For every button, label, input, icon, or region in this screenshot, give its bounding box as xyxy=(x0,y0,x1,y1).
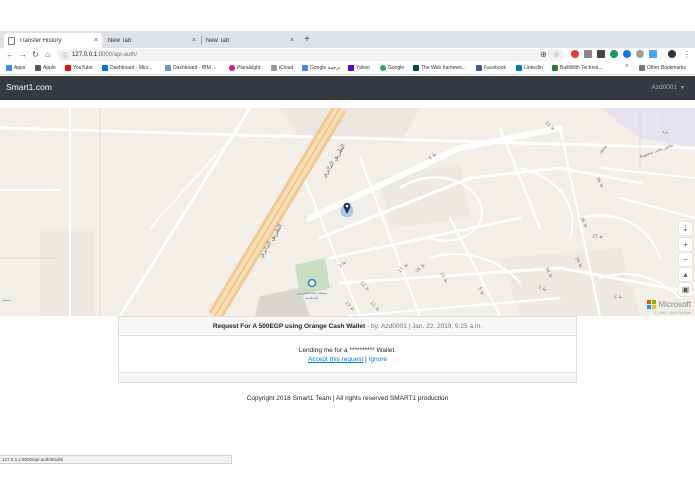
request-meta: - by: Azd0001 | Jan. 22, 2019, 5:25 a.m. xyxy=(365,323,483,330)
page-icon xyxy=(8,36,15,45)
apple-icon xyxy=(271,65,277,71)
compass-icon[interactable]: ⇣ xyxy=(679,222,692,235)
bookmark-apps[interactable]: Apps xyxy=(6,62,25,74)
folder-icon xyxy=(639,65,645,71)
profile-avatar-icon[interactable] xyxy=(668,50,676,58)
star-icon[interactable]: ☆ xyxy=(553,48,560,62)
azure-icon xyxy=(102,65,108,71)
bookmark-pluralsight[interactable]: Pluralsight xyxy=(229,62,260,74)
yahoo-icon xyxy=(348,65,354,71)
forward-arrow-icon[interactable]: → xyxy=(19,48,27,62)
linkedin-icon xyxy=(516,65,522,71)
apple-icon xyxy=(35,65,41,71)
info-icon[interactable]: ⓘ xyxy=(62,51,68,60)
builtwith-icon xyxy=(552,65,558,71)
card-header: Request For A 500EGP using Orange Cash W… xyxy=(119,317,576,336)
bookmark-google-translate[interactable]: Google ترجمة xyxy=(302,62,340,74)
map-copyright: © 1992 - 2018 TomTom xyxy=(654,311,691,315)
extension-icon[interactable] xyxy=(623,50,631,58)
facebook-icon xyxy=(476,65,482,71)
bookmark-yahoo[interactable]: Yahoo xyxy=(348,62,370,74)
page-footer-copyright: Copyright 2018 Smart1 Team | All rights … xyxy=(246,395,449,402)
bookmark-dashboard-microsoft[interactable]: Dashboard - Micr... xyxy=(102,62,152,74)
translate-icon xyxy=(302,65,308,71)
zoom-out-button[interactable]: − xyxy=(679,253,692,266)
bookmark-other[interactable]: Other Bookmarks xyxy=(639,62,686,74)
browser-tab-new-tab-2[interactable]: New Tab × xyxy=(202,33,298,48)
svg-text:برج: برج xyxy=(662,130,669,135)
svg-text:37 ط: 37 ط xyxy=(592,234,603,240)
bookmark-dashboard-ibm[interactable]: Dashboard - IBM ... xyxy=(165,62,216,74)
extension-icon[interactable] xyxy=(584,50,592,58)
site-navbar: Smart1.com Azd0001 ▼ xyxy=(0,76,695,100)
browser-toolbar: ← → ↻ ⌂ ⓘ 127.0.0.1 :8000/api-auth/ ⊕ ☆ … xyxy=(0,48,695,62)
browser-tab-transfer-history[interactable]: Transfer History × xyxy=(4,33,102,48)
user-dropdown[interactable]: Azd0001 ▼ xyxy=(651,84,685,91)
browser-status-bar: 127.0.0.1:8000/api-auth/8/edit/ xyxy=(0,455,232,464)
svg-text:2 ط: 2 ط xyxy=(614,294,622,300)
map-canvas: الطريق الدائري الطريق الدائري 9 ط 11 ط م… xyxy=(0,108,695,316)
bookmarks-bar: Apps Apple YouTube Dashboard - Micr... D… xyxy=(0,62,695,75)
card-body: Lending me for a ********** Wallet. Acce… xyxy=(119,336,576,373)
google-icon xyxy=(380,65,386,71)
bookmark-linkedin[interactable]: LinkedIn xyxy=(516,62,543,74)
reload-icon[interactable]: ↻ xyxy=(32,48,39,62)
extension-icon[interactable] xyxy=(610,50,618,58)
tab-title: Transfer History xyxy=(19,37,62,44)
address-bar[interactable]: ⓘ 127.0.0.1 :8000/api-auth/ xyxy=(57,49,565,61)
extension-icon[interactable] xyxy=(649,50,657,58)
close-icon[interactable]: × xyxy=(94,37,98,44)
apps-grid-icon xyxy=(6,65,12,71)
accept-request-link[interactable]: Accept this request xyxy=(308,356,363,363)
bookmark-django[interactable]: The Web framewo... xyxy=(413,62,466,74)
bookmark-apple[interactable]: Apple xyxy=(35,62,56,74)
bookmark-facebook[interactable]: Facebook xyxy=(476,62,506,74)
caret-down-icon: ▼ xyxy=(680,85,685,91)
tab-title: New Tab xyxy=(206,37,230,44)
bookmark-google[interactable]: Google xyxy=(380,62,404,74)
request-card: Request For A 500EGP using Orange Cash W… xyxy=(118,316,577,383)
bookmark-builtwith[interactable]: BuiltWith Technol... xyxy=(552,62,602,74)
svg-text:مسجد سادة الحرمين: مسجد سادة الحرمين xyxy=(297,291,328,295)
close-icon[interactable]: × xyxy=(192,37,196,44)
back-arrow-icon[interactable]: ← xyxy=(6,48,14,62)
url-host: 127.0.0.1 xyxy=(72,52,98,58)
menu-dots-icon[interactable]: ⋮ xyxy=(683,48,691,62)
map-style-button[interactable]: ▴ xyxy=(679,268,692,281)
youtube-icon xyxy=(65,65,71,71)
svg-text:مسجد: مسجد xyxy=(2,298,11,302)
extension-icon[interactable] xyxy=(597,50,605,58)
microsoft-logo: Microsoft xyxy=(646,300,691,309)
microsoft-icon xyxy=(646,300,656,309)
home-icon[interactable]: ⌂ xyxy=(45,48,50,62)
new-tab-button[interactable]: + xyxy=(304,34,310,46)
screen-top-margin xyxy=(0,0,695,31)
card-footer xyxy=(119,372,576,382)
tab-title: New Tab xyxy=(108,37,132,44)
url-path: :8000/api-auth/ xyxy=(97,52,138,58)
zoom-in-button[interactable]: + xyxy=(679,238,692,251)
close-icon[interactable]: × xyxy=(290,37,294,44)
zoom-icon[interactable]: ⊕ xyxy=(540,48,547,62)
browser-tab-new-tab-1[interactable]: New Tab × xyxy=(104,33,200,48)
browser-tab-strip: Transfer History × New Tab × New Tab × + xyxy=(0,31,695,48)
request-title: Request For A 500EGP using Orange Cash W… xyxy=(212,323,366,330)
site-brand[interactable]: Smart1.com xyxy=(6,82,52,92)
bookmark-youtube[interactable]: YouTube xyxy=(65,62,93,74)
extension-icon[interactable] xyxy=(636,50,644,58)
bookmark-icloud[interactable]: iCloud xyxy=(271,62,293,74)
request-message: Lending me for a ********** Wallet. xyxy=(298,347,397,354)
pluralsight-icon xyxy=(229,65,235,71)
ignore-request-link[interactable]: Ignore xyxy=(369,356,387,363)
opera-extension-icon[interactable] xyxy=(571,50,579,58)
map-view[interactable]: الطريق الدائري الطريق الدائري 9 ط 11 ط م… xyxy=(0,108,695,316)
ibm-cloud-icon xyxy=(165,65,171,71)
chevron-right-icon[interactable]: » xyxy=(625,63,628,69)
layers-icon[interactable]: ▣ xyxy=(679,283,692,296)
django-icon xyxy=(413,65,419,71)
